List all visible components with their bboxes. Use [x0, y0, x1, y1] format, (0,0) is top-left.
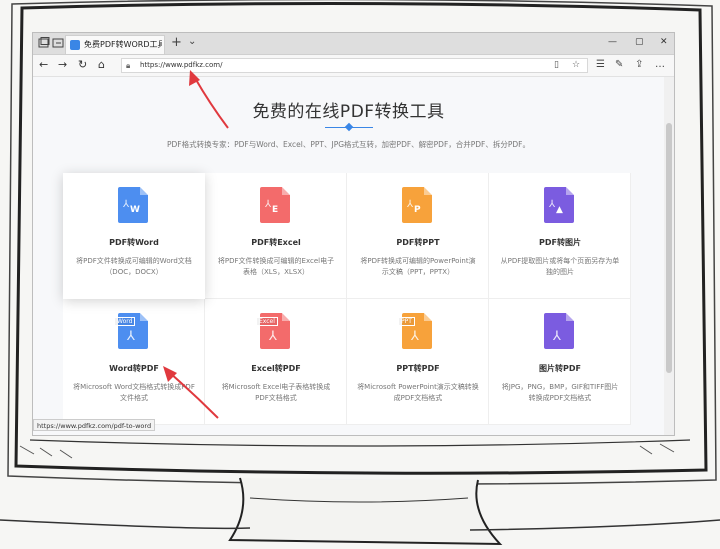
pen-icon[interactable]: ✎ [615, 59, 623, 70]
doc-glyph: W [130, 205, 140, 215]
doc-glyph: E [272, 205, 279, 215]
pdf-symbol: ⅄ [407, 199, 414, 210]
favorites-hub-icon[interactable]: ☰ [596, 59, 605, 70]
tool-card[interactable]: ⅄ PPT PPT转PDF 将Microsoft PowerPoint演示文稿转换成P… [347, 299, 489, 425]
doc-format-tag: Excel [256, 317, 278, 326]
tool-card[interactable]: W ⅄ PDF转Word 将PDF文件转换成可编辑的Word文档（DOC，DOCX） [63, 173, 205, 299]
doc-fold [282, 313, 290, 321]
pdf-symbol: ⅄ [553, 329, 561, 344]
pdf-symbol: ⅄ [269, 329, 277, 344]
pdf-symbol: ⅄ [127, 329, 135, 344]
maximize-icon[interactable]: ▢ [635, 37, 644, 47]
image-to-pdf-icon: ⅄ [544, 313, 574, 349]
tool-card[interactable]: ▲ ⅄ PDF转图片从PDF提取图片或将每个页面另存为单独的图片 [489, 173, 631, 299]
excel-to-pdf-icon: ⅄ Excel [256, 313, 290, 349]
nav-bar: ← → ↻ ⌂ 🔒︎ https://www.pdfkz.com/ ▯ ☆ ☰ … [33, 55, 674, 77]
scroll-thumb[interactable] [666, 123, 672, 373]
tool-card-title: Excel转PDF [251, 364, 301, 373]
pdf-symbol: ⅄ [549, 199, 556, 210]
word-to-pdf-icon: ⅄ Word [114, 313, 148, 349]
site-favicon [70, 40, 80, 50]
tool-card-title: Word转PDF [109, 364, 159, 373]
share-icon[interactable]: ⇪ [635, 59, 643, 70]
tool-card-title: PDF转PPT [396, 238, 440, 247]
page-headline: 免费的在线PDF转换工具 [252, 102, 445, 122]
reading-view-icon[interactable]: ▯ [554, 60, 559, 70]
doc-format-tag: PPT [398, 317, 415, 326]
url-text: https://www.pdfkz.com/ [140, 61, 223, 69]
scrollbar[interactable] [664, 77, 674, 435]
doc-fold [566, 313, 574, 321]
tool-card-desc: 将PDF文件转换成可编辑的Excel电子表格（XLS，XLSX） [217, 257, 335, 276]
doc-fold [140, 313, 148, 321]
page-content: 免费的在线PDF转换工具 PDF格式转换专家：PDF与Word、Excel、PP… [33, 77, 664, 435]
tool-card-desc: 从PDF提取图片或将每个页面另存为单独的图片 [500, 257, 620, 276]
doc-fold [140, 187, 148, 195]
tab-bar: 免费PDF转WORD工具F + ⌄ — ▢ ✕ [33, 33, 674, 55]
more-icon[interactable]: … [655, 59, 665, 70]
tool-card-title: PDF转图片 [539, 238, 581, 247]
pdf-symbol: ⅄ [265, 199, 272, 210]
tool-card[interactable]: ⅄ Excel Excel转PDF 将Microsoft Excel电子表格转换成PD… [205, 299, 347, 425]
tab-actions-icon[interactable] [38, 37, 50, 49]
image-doc-icon: ▲ ⅄ [544, 187, 574, 223]
tool-card[interactable]: E ⅄ PDF转Excel 将PDF文件转换成可编辑的Excel电子表格（XLS，XL… [205, 173, 347, 299]
address-bar[interactable]: 🔒︎ https://www.pdfkz.com/ ▯ ☆ [121, 58, 588, 73]
tool-card-desc: 将Microsoft Excel电子表格转换成PDF文档格式 [221, 383, 331, 402]
tool-card[interactable]: ⅄ 图片转PDF 将JPG，PNG，BMP，GIF和TIFF图片转换成PDF文档格式 [489, 299, 631, 425]
favorite-star-icon[interactable]: ☆ [572, 60, 580, 70]
tab-active[interactable]: 免费PDF转WORD工具F [65, 35, 165, 54]
tab-title: 免费PDF转WORD工具F [84, 40, 162, 49]
doc-fold [424, 187, 432, 195]
tool-card-desc: 将Microsoft Word文档格式转换成PDF文件格式 [73, 383, 195, 402]
tool-card-desc: 将PDF转换成可编辑的PowerPoint演示文稿（PPT，PPTX） [360, 257, 476, 276]
doc-glyph: P [414, 205, 421, 215]
refresh-icon[interactable]: ↻ [78, 58, 87, 71]
divider-diamond [344, 122, 354, 132]
tool-card[interactable]: P ⅄ PDF转PPT 将PDF转换成可编辑的PowerPoint演示文稿（PPT，P… [347, 173, 489, 299]
status-url-tooltip: https://www.pdfkz.com/pdf-to-word [33, 419, 156, 431]
lock-icon: 🔒︎ [126, 61, 131, 70]
doc-format-tag: Word [114, 317, 136, 326]
doc-glyph: ▲ [556, 205, 563, 215]
close-icon[interactable]: ✕ [660, 37, 668, 47]
tool-card-desc: 将Microsoft PowerPoint演示文稿转换成PDF文档格式 [357, 383, 479, 402]
tool-card-title: 图片转PDF [539, 364, 581, 373]
tool-card[interactable]: ⅄ Word Word转PDF 将Microsoft Word文档格式转换成PDF文件… [63, 299, 205, 425]
pdf-symbol: ⅄ [411, 329, 419, 344]
word-doc-icon: W ⅄ [118, 187, 148, 223]
home-icon[interactable]: ⌂ [98, 58, 105, 71]
doc-fold [282, 187, 290, 195]
ppt-doc-icon: P ⅄ [402, 187, 432, 223]
back-icon[interactable]: ← [39, 58, 48, 71]
tool-grid: W ⅄ PDF转Word 将PDF文件转换成可编辑的Word文档（DOC，DOCX） E… [63, 173, 633, 433]
set-aside-tabs-icon[interactable] [52, 37, 64, 49]
tool-card-desc: 将PDF文件转换成可编辑的Word文档（DOC，DOCX） [76, 257, 192, 276]
tool-card-title: PPT转PDF [396, 364, 440, 373]
ppt-to-pdf-icon: ⅄ PPT [398, 313, 432, 349]
browser-window: 免费PDF转WORD工具F + ⌄ — ▢ ✕ ← → ↻ ⌂ 🔒︎ https… [33, 33, 674, 435]
page-subtitle: PDF格式转换专家：PDF与Word、Excel、PPT、JPG格式互转，加密P… [167, 140, 530, 149]
new-tab-button[interactable]: + [171, 35, 182, 50]
forward-icon[interactable]: → [58, 58, 67, 71]
pdf-symbol: ⅄ [123, 199, 130, 210]
minimize-icon[interactable]: — [608, 37, 617, 47]
tool-card-title: PDF转Excel [251, 238, 301, 247]
tab-list-icon[interactable]: ⌄ [188, 36, 196, 47]
doc-fold [424, 313, 432, 321]
tool-card-desc: 将JPG，PNG，BMP，GIF和TIFF图片转换成PDF文档格式 [501, 383, 619, 402]
doc-fold [566, 187, 574, 195]
tool-card-title: PDF转Word [109, 238, 159, 247]
excel-doc-icon: E ⅄ [260, 187, 290, 223]
